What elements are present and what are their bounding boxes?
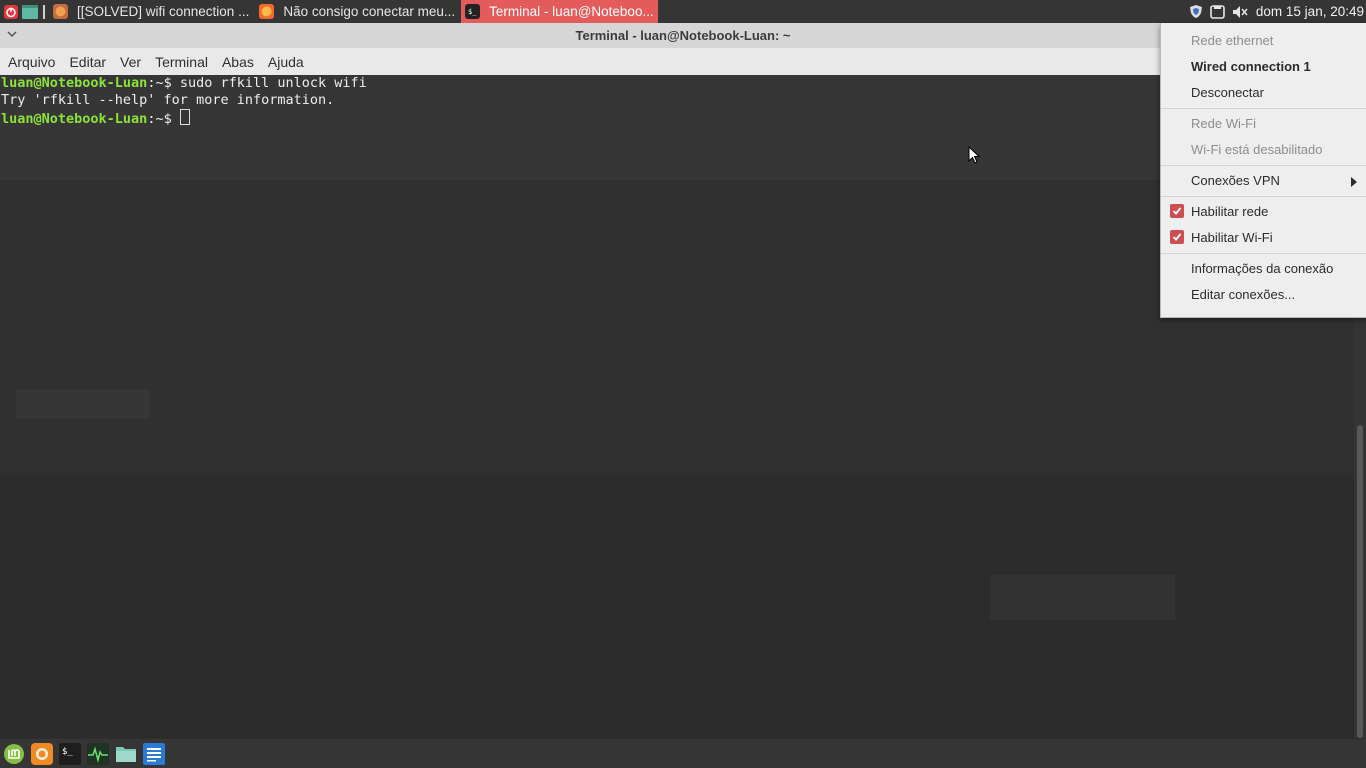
firefox-icon [53,4,68,19]
clock[interactable]: dom 15 jan, 20:49 [1256,4,1364,19]
system-tray: dom 15 jan, 20:49 [1188,0,1366,23]
vpn-connections-item[interactable]: Conexões VPN [1191,170,1361,190]
wired-connection-item[interactable]: Wired connection 1 [1191,56,1311,76]
menu-separator [1161,165,1366,166]
enable-network-item[interactable]: Habilitar rede [1191,201,1268,221]
volume-muted-icon[interactable] [1232,4,1248,20]
show-desktop-icon[interactable] [22,4,38,20]
task-terminal[interactable]: $_ Terminal - luan@Noteboo... [461,0,658,23]
system-monitor-icon[interactable] [87,742,109,765]
ethernet-header: Rede ethernet [1191,32,1274,48]
menu-ver[interactable]: Ver [120,54,141,70]
network-menu: Rede ethernet Wired connection 1 Descone… [1160,23,1366,318]
wifi-header: Rede Wi-Fi [1191,115,1257,131]
separator-icon [41,4,47,20]
svg-text:$_: $_ [468,8,477,16]
disconnect-item[interactable]: Desconectar [1191,82,1264,102]
connection-info-item[interactable]: Informações da conexão [1191,258,1333,278]
menu-terminal[interactable]: Terminal [155,54,208,70]
menu-abas[interactable]: Abas [222,54,254,70]
terminal-area[interactable]: luan@Notebook-Luan:~$ sudo rfkill unlock… [0,75,1354,738]
bottom-panel: $_ [0,739,1366,768]
enable-wifi-item[interactable]: Habilitar Wi-Fi [1191,227,1273,247]
window-menu-icon[interactable] [7,27,17,41]
ghost-logo [990,575,1175,620]
ghost-header [0,75,1354,180]
terminal-icon: $_ [465,4,481,19]
submenu-arrow-icon [1351,175,1357,190]
task-label: Terminal - luan@Noteboo... [489,4,654,19]
power-icon[interactable] [3,4,19,20]
checkbox-checked-icon[interactable] [1170,230,1184,244]
files-icon[interactable] [115,743,137,765]
task-nao-consigo[interactable]: Não consigo conectar meu... [255,0,459,23]
mint-menu-icon[interactable] [3,743,25,765]
text-editor-icon[interactable] [143,742,165,765]
vpn-label: Conexões VPN [1191,172,1280,188]
task-solved-wifi[interactable]: [[SOLVED] wifi connection ... [49,0,253,23]
firefox-icon[interactable] [31,742,53,765]
menu-ajuda[interactable]: Ajuda [268,54,304,70]
svg-text:$_: $_ [62,747,73,757]
window-title: Terminal - luan@Notebook-Luan: ~ [575,28,791,43]
shield-icon[interactable] [1188,4,1204,20]
ghost-button [16,389,150,419]
menu-separator [1161,196,1366,197]
network-icon[interactable] [1210,4,1226,20]
checkbox-checked-icon[interactable] [1170,204,1184,218]
wifi-disabled-item: Wi-Fi está desabilitado [1191,141,1323,157]
top-panel: [[SOLVED] wifi connection ... Não consig… [0,0,1366,23]
menu-arquivo[interactable]: Arquivo [8,54,55,70]
firefox-icon [259,4,275,19]
menu-editar[interactable]: Editar [69,54,106,70]
edit-connections-item[interactable]: Editar conexões... [1191,284,1295,304]
menu-separator [1161,253,1366,254]
scrollbar-thumb[interactable] [1357,425,1363,738]
mouse-pointer-icon [968,145,981,169]
task-label: [[SOLVED] wifi connection ... [77,4,250,19]
task-label: Não consigo conectar meu... [283,4,456,19]
terminal-icon[interactable]: $_ [59,742,81,765]
menu-separator [1161,108,1366,109]
